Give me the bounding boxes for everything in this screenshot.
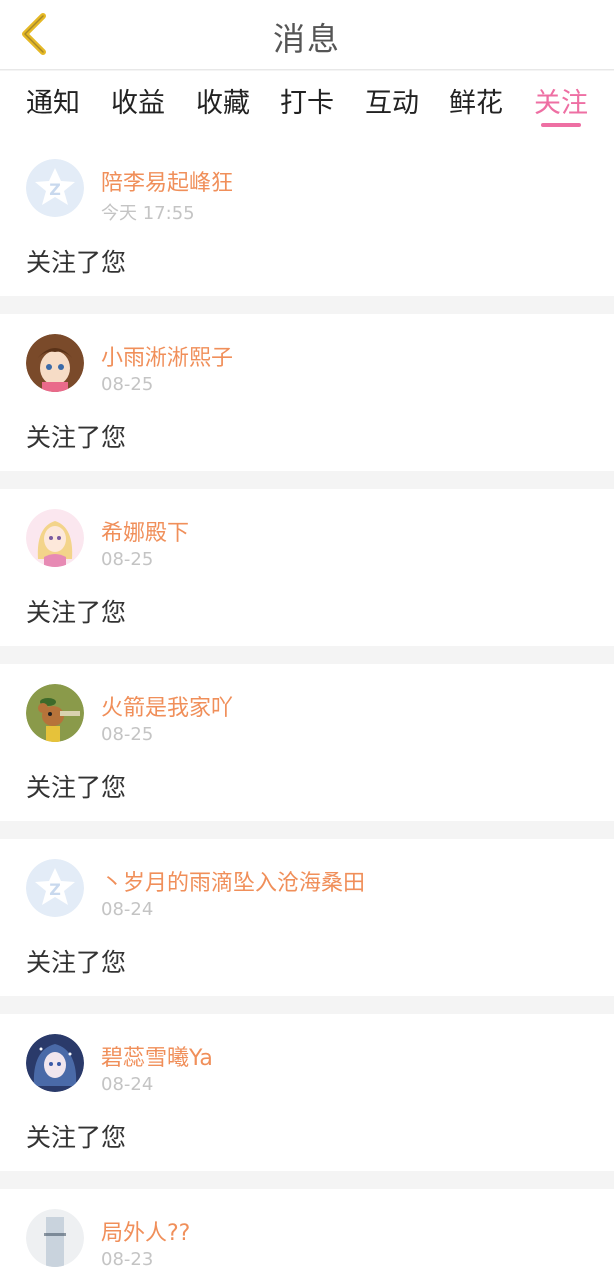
timestamp: 08-25 — [101, 549, 154, 570]
list-item[interactable]: 碧蕊雪曦Ya 08-24 关注了您 — [0, 1014, 614, 1171]
tab-interact[interactable]: 互动 — [364, 81, 420, 129]
tab-bar: 通知 收益 收藏 打卡 互动 鲜花 关注 — [0, 71, 614, 139]
tab-flowers[interactable]: 鲜花 — [448, 81, 504, 129]
tab-label: 收藏 — [196, 88, 250, 119]
tab-label: 关注 — [534, 88, 588, 119]
default-avatar-icon[interactable]: Z — [26, 159, 84, 217]
tab-favorites[interactable]: 收藏 — [195, 81, 251, 129]
message-text: 关注了您 — [26, 948, 127, 977]
tab-label: 鲜花 — [449, 88, 503, 119]
list-item[interactable]: 小雨淅淅熙子 08-25 关注了您 — [0, 314, 614, 471]
timestamp: 08-24 — [101, 899, 154, 920]
message-text: 关注了您 — [26, 248, 127, 277]
username[interactable]: 希娜殿下 — [101, 515, 189, 547]
tab-earnings[interactable]: 收益 — [110, 81, 166, 129]
username[interactable]: 丶岁月的雨滴坠入沧海桑田 — [101, 865, 365, 897]
active-tab-indicator — [541, 123, 581, 127]
username[interactable]: 陪李易起峰狂 — [101, 165, 233, 197]
svg-text:Z: Z — [49, 880, 61, 899]
photo-avatar[interactable] — [26, 1209, 84, 1267]
tab-follow[interactable]: 关注 — [533, 81, 589, 129]
tab-label: 收益 — [111, 88, 165, 119]
default-avatar-icon[interactable]: Z — [26, 859, 84, 917]
timestamp: 今天 17:55 — [101, 203, 195, 224]
message-text: 关注了您 — [26, 423, 127, 452]
list-item[interactable]: 局外人?? 08-23 — [0, 1189, 614, 1280]
anime-snow-girl-avatar[interactable] — [26, 1034, 84, 1092]
message-text: 关注了您 — [26, 773, 127, 802]
svg-text:Z: Z — [49, 180, 61, 199]
username[interactable]: 局外人?? — [101, 1215, 190, 1247]
tab-label: 互动 — [365, 88, 419, 119]
timestamp: 08-25 — [101, 724, 154, 745]
list-item[interactable]: 希娜殿下 08-25 关注了您 — [0, 489, 614, 646]
timestamp: 08-25 — [101, 374, 154, 395]
timestamp: 08-23 — [101, 1249, 154, 1270]
list-item[interactable]: Z 丶岁月的雨滴坠入沧海桑田 08-24 关注了您 — [0, 839, 614, 996]
tab-notify[interactable]: 通知 — [25, 81, 81, 129]
header-bar: 消息 — [0, 0, 614, 70]
list-item[interactable]: Z 陪李易起峰狂 今天 17:55 关注了您 — [0, 139, 614, 296]
anime-girl-avatar[interactable] — [26, 334, 84, 392]
page-title: 消息 — [272, 20, 341, 58]
username[interactable]: 火箭是我家吖 — [101, 690, 233, 722]
username[interactable]: 小雨淅淅熙子 — [101, 340, 233, 372]
username[interactable]: 碧蕊雪曦Ya — [101, 1040, 213, 1072]
timestamp: 08-24 — [101, 1074, 154, 1095]
tab-label: 打卡 — [280, 88, 334, 119]
message-text: 关注了您 — [26, 1123, 127, 1152]
message-text: 关注了您 — [26, 598, 127, 627]
list-item[interactable]: 火箭是我家吖 08-25 关注了您 — [0, 664, 614, 821]
tab-label: 通知 — [26, 88, 80, 119]
cartoon-mouse-avatar[interactable] — [26, 684, 84, 742]
anime-princess-avatar[interactable] — [26, 509, 84, 567]
tab-checkin[interactable]: 打卡 — [279, 81, 335, 129]
